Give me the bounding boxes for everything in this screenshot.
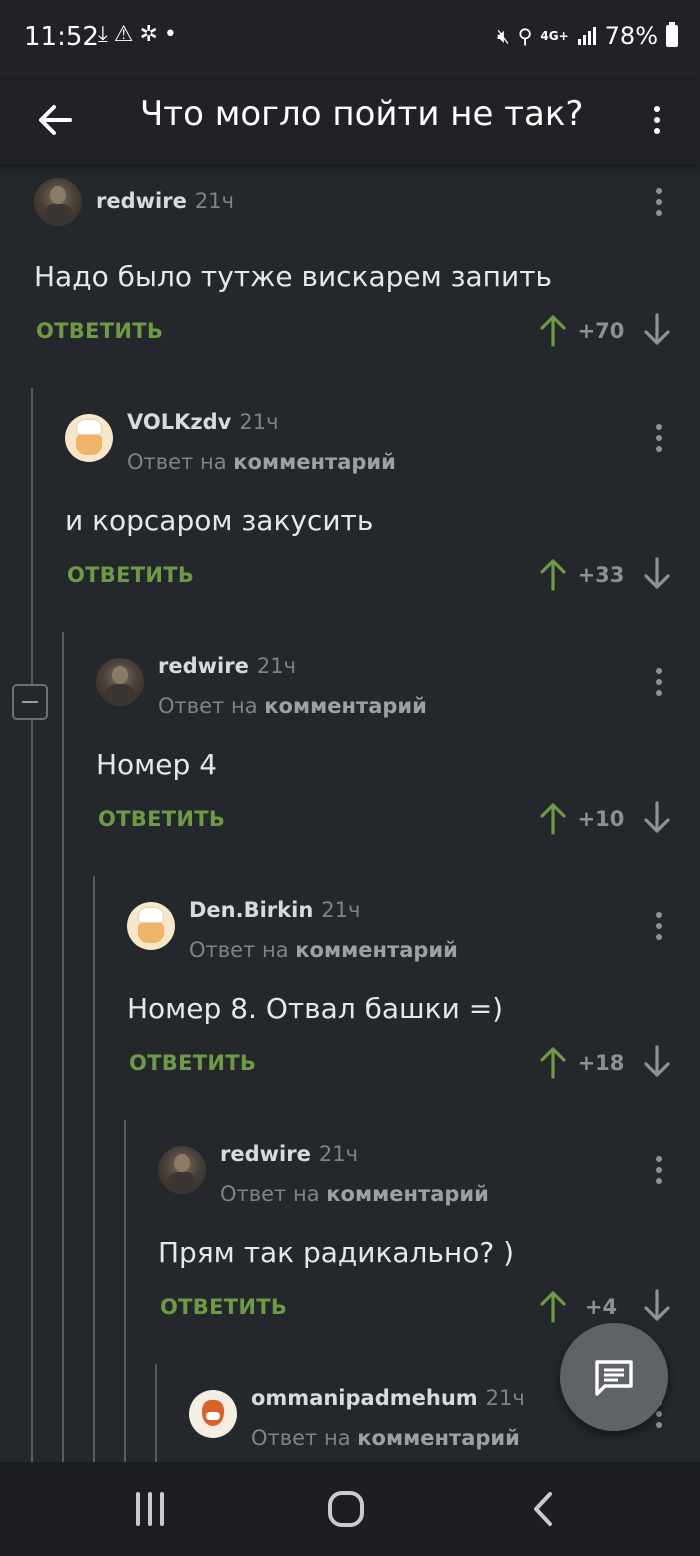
more-options-button[interactable] — [642, 94, 672, 146]
warning-icon: ⚠ — [113, 22, 140, 47]
dot-icon: • — [163, 22, 183, 47]
comment-text: Номер 8. Отвал башки =) — [127, 992, 504, 1025]
app-bar: Что могло пойти не так? — [0, 80, 700, 164]
home-button[interactable] — [316, 1482, 376, 1536]
avatar[interactable] — [34, 178, 82, 226]
reply-to-link[interactable]: Ответ на комментарий — [127, 450, 396, 474]
location-icon: ⚲ — [517, 24, 533, 48]
recents-button[interactable] — [120, 1482, 180, 1536]
comment: VOLKzdv 21ч Ответ на комментарий и корсар… — [65, 410, 700, 658]
downvote-icon[interactable] — [642, 313, 672, 347]
comment-time: 21ч — [239, 410, 279, 434]
comment: redwire 21ч Ответ на комментарий Номер 4 … — [96, 654, 700, 902]
upvote-icon[interactable] — [538, 801, 568, 835]
avatar[interactable] — [65, 414, 113, 462]
comment-author[interactable]: redwire 21ч — [220, 1142, 358, 1166]
comment-author[interactable]: redwire 21ч — [96, 189, 234, 213]
recents-icon — [136, 1492, 164, 1526]
comment-author[interactable]: redwire 21ч — [158, 654, 296, 678]
thread-line[interactable] — [62, 632, 64, 1462]
comment-text: и корсаром закусить — [65, 504, 374, 537]
comment-text: Надо было тутже вискарем запить — [34, 260, 552, 293]
comment-menu-button[interactable] — [648, 418, 670, 458]
more-vertical-icon — [642, 94, 672, 146]
comment-time: 21ч — [256, 654, 296, 678]
reply-to-link[interactable]: Ответ на комментарий — [158, 694, 427, 718]
system-nav-bar — [0, 1462, 700, 1556]
comment-author[interactable]: Den.Birkin 21ч — [189, 898, 360, 922]
comment-score: +33 — [577, 563, 625, 587]
comment-text: Номер 4 — [96, 748, 218, 781]
downvote-icon[interactable] — [642, 1045, 672, 1079]
reply-button[interactable]: ОТВЕТИТЬ — [98, 807, 225, 831]
reply-button[interactable]: ОТВЕТИТЬ — [67, 563, 194, 587]
more-vertical-icon — [648, 1150, 670, 1190]
comment-menu-button[interactable] — [648, 1150, 670, 1190]
comment-time: 21ч — [321, 898, 361, 922]
signal-icon — [577, 27, 596, 45]
more-vertical-icon — [648, 182, 670, 222]
add-comment-button[interactable] — [560, 1323, 668, 1431]
comment: redwire 21ч Надо было тутже вискарем запи… — [34, 178, 700, 422]
download-icon: ⤓ — [98, 22, 114, 47]
downvote-icon[interactable] — [642, 557, 672, 591]
home-icon — [328, 1491, 364, 1527]
comment-menu-button[interactable] — [648, 662, 670, 702]
upvote-icon[interactable] — [538, 313, 568, 347]
upvote-icon[interactable] — [538, 1045, 568, 1079]
reply-to-link[interactable]: Ответ на комментарий — [251, 1426, 520, 1450]
status-bar: 11:52 ⤓⚠✲• 🔇︎ ⚲ 4G+ 78% — [0, 0, 700, 80]
avatar[interactable] — [96, 658, 144, 706]
upvote-icon[interactable] — [538, 557, 568, 591]
arrow-left-icon — [39, 105, 72, 135]
downvote-icon[interactable] — [642, 801, 672, 835]
thread-line[interactable] — [93, 876, 95, 1462]
thread-line[interactable] — [31, 388, 33, 1462]
back-button[interactable] — [30, 94, 82, 146]
comment-menu-button[interactable] — [648, 906, 670, 946]
comment-time: 21ч — [194, 189, 234, 213]
more-vertical-icon — [648, 906, 670, 946]
comment-menu-button[interactable] — [648, 182, 670, 222]
more-vertical-icon — [648, 662, 670, 702]
sparkle-icon: ✲ — [139, 22, 164, 47]
comment-icon — [595, 1360, 633, 1396]
battery-icon — [666, 22, 678, 47]
comment: Den.Birkin 21ч Ответ на комментарий Номер… — [127, 898, 700, 1146]
comment-score: +70 — [577, 319, 625, 343]
comment-score: +4 — [584, 1295, 618, 1319]
comment-time: 21ч — [318, 1142, 358, 1166]
comment-author[interactable]: ommanipadmehum 21ч — [251, 1386, 525, 1410]
page-title: Что могло пойти не так? — [140, 94, 584, 134]
upvote-icon[interactable] — [538, 1289, 568, 1323]
4g-icon: 4G+ — [540, 29, 569, 43]
avatar[interactable] — [127, 902, 175, 950]
status-time: 11:52 — [24, 22, 99, 52]
avatar[interactable] — [189, 1390, 237, 1438]
reply-to-link[interactable]: Ответ на комментарий — [189, 938, 458, 962]
thread-line[interactable] — [155, 1364, 157, 1462]
nav-back-button[interactable] — [512, 1482, 572, 1536]
comment-score: +10 — [577, 807, 625, 831]
more-vertical-icon — [648, 418, 670, 458]
avatar[interactable] — [158, 1146, 206, 1194]
status-notification-icons: ⤓⚠✲• — [98, 22, 183, 47]
comment-text: Прям так радикально? ) — [158, 1236, 515, 1269]
reply-button[interactable]: ОТВЕТИТЬ — [129, 1051, 256, 1075]
thread-line[interactable] — [124, 1120, 126, 1462]
comment-author[interactable]: VOLKzdv 21ч — [127, 410, 278, 434]
battery-percent: 78% — [604, 22, 658, 50]
downvote-icon[interactable] — [642, 1289, 672, 1323]
collapse-thread-button[interactable] — [12, 684, 48, 720]
reply-button[interactable]: ОТВЕТИТЬ — [160, 1295, 287, 1319]
reply-to-link[interactable]: Ответ на комментарий — [220, 1182, 489, 1206]
mute-icon: 🔇︎ — [497, 24, 510, 48]
comment-score: +18 — [577, 1051, 625, 1075]
reply-button[interactable]: ОТВЕТИТЬ — [36, 319, 163, 343]
back-icon — [534, 1492, 552, 1526]
status-system-icons: 🔇︎ ⚲ 4G+ 78% — [497, 22, 678, 50]
comment-time: 21ч — [485, 1386, 525, 1410]
